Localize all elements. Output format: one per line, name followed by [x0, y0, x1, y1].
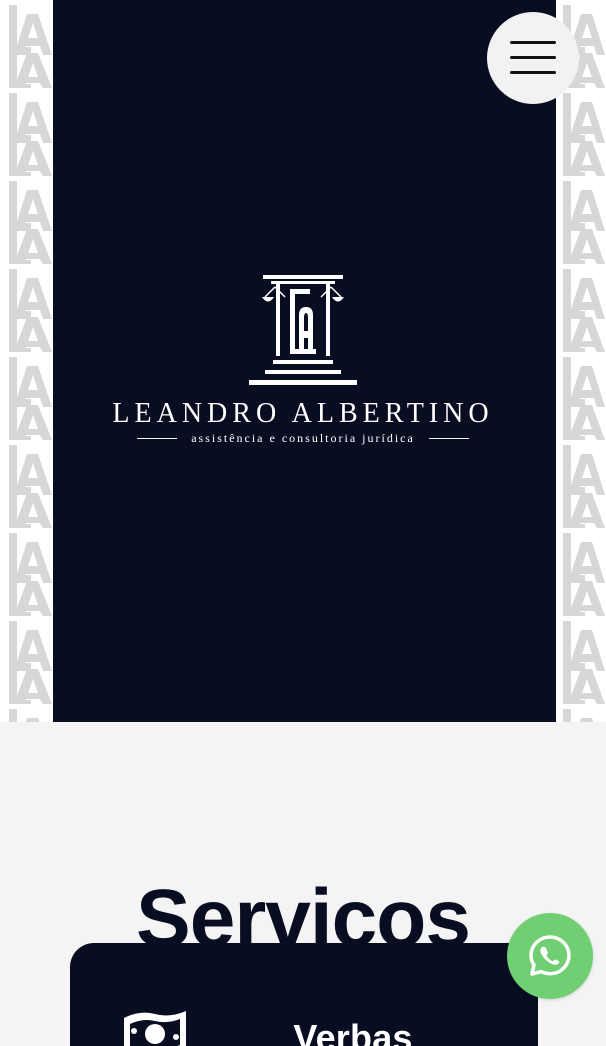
hamburger-menu-icon: [510, 41, 556, 74]
hero-section: LEANDRO ALBERTINO assistência e consulto…: [0, 0, 606, 722]
money-bill-icon: [122, 1009, 188, 1046]
brand-tagline-row: assistência e consultoria jurídica: [95, 431, 511, 445]
la-monogram-pattern-icon: [0, 0, 54, 722]
brand-name: LEANDRO ALBERTINO: [112, 398, 494, 429]
law-logo-icon: [247, 272, 359, 392]
right-pattern-strip: [556, 0, 606, 722]
page: LEANDRO ALBERTINO assistência e consulto…: [0, 0, 606, 1046]
whatsapp-button[interactable]: [507, 913, 593, 999]
menu-button[interactable]: [487, 12, 579, 104]
brand-logo: LEANDRO ALBERTINO assistência e consulto…: [95, 272, 511, 445]
whatsapp-icon: [529, 935, 571, 976]
left-pattern-strip: [0, 0, 54, 722]
service-card-title: Verbas Rescisórias: [293, 1017, 413, 1046]
la-monogram-pattern-icon: [556, 0, 606, 722]
tagline-right-divider: [428, 437, 469, 439]
brand-tagline: assistência e consultoria jurídica: [191, 431, 415, 445]
tagline-left-divider: [137, 437, 178, 439]
service-card-verbas-rescisorias[interactable]: Verbas Rescisórias: [70, 943, 538, 1046]
